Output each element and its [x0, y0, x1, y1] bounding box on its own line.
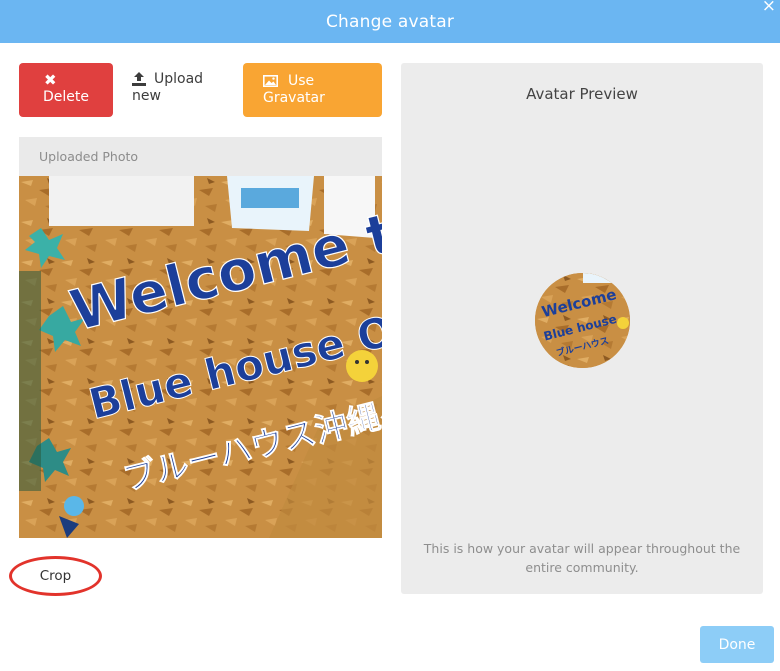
delete-button[interactable]: ✖ Delete	[19, 63, 113, 117]
upload-icon	[132, 72, 146, 86]
delete-label: Delete	[43, 89, 89, 105]
avatar-preview-title: Avatar Preview	[526, 85, 638, 103]
uploaded-photo-panel: Uploaded Photo Welcome to Blue house Oki…	[19, 137, 382, 538]
uploaded-photo-label: Uploaded Photo	[39, 149, 139, 164]
dialog-title: Change avatar	[325, 11, 455, 32]
image-icon	[263, 75, 278, 87]
uploaded-photo[interactable]: Welcome to Blue house Okinawa ブルーハウス沖縄へよ…	[19, 176, 382, 538]
delete-x-icon: ✖	[44, 71, 57, 89]
gravatar-label-line1: Use	[288, 73, 315, 89]
use-gravatar-button[interactable]: Use Gravatar	[243, 63, 382, 117]
avatar-image: Welcome Blue house ブルーハウス	[535, 273, 630, 368]
photo-image: Welcome to Blue house Okinawa ブルーハウス沖縄へよ…	[19, 176, 382, 538]
avatar-preview-panel: Avatar Preview Welcome Blue house ブルーハウス…	[401, 63, 763, 594]
close-icon[interactable]: ×	[762, 0, 776, 15]
avatar-preview-note: This is how your avatar will appear thro…	[423, 541, 741, 575]
upload-label-line1: Upload	[154, 71, 204, 87]
change-avatar-dialog: Change avatar × ✖ Delete Upload new Use …	[0, 0, 780, 671]
done-button[interactable]: Done	[700, 626, 774, 663]
gravatar-label-line2: Gravatar	[263, 90, 325, 106]
avatar-preview-image: Welcome Blue house ブルーハウス	[535, 273, 630, 368]
upload-new-button[interactable]: Upload new	[132, 71, 222, 115]
done-label: Done	[718, 636, 756, 653]
crop-label: Crop	[39, 568, 72, 584]
crop-button[interactable]: Crop	[9, 556, 102, 596]
upload-label-line2: new	[132, 88, 161, 104]
dialog-header: Change avatar ×	[0, 0, 780, 43]
